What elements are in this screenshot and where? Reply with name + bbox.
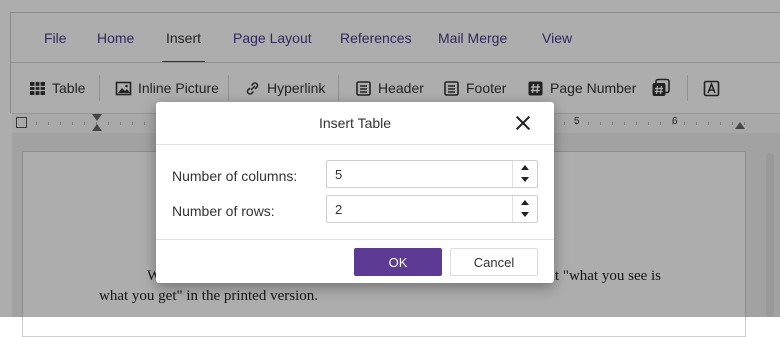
- rows-decrement-icon[interactable]: [513, 209, 537, 222]
- columns-decrement-icon[interactable]: [513, 174, 537, 187]
- ok-button[interactable]: OK: [354, 248, 442, 276]
- rows-label: Number of rows:: [172, 203, 275, 219]
- columns-stepper[interactable]: [326, 160, 538, 188]
- columns-input[interactable]: [327, 161, 515, 187]
- dialog-header-divider: [156, 144, 554, 145]
- rows-stepper[interactable]: [326, 195, 538, 223]
- columns-increment-icon[interactable]: [513, 161, 537, 174]
- columns-label: Number of columns:: [172, 168, 298, 184]
- dialog-title: Insert Table: [318, 115, 392, 131]
- dialog-footer-divider: [156, 239, 554, 240]
- cancel-button[interactable]: Cancel: [450, 248, 538, 276]
- rows-spin-buttons: [512, 196, 537, 222]
- rows-input[interactable]: [327, 196, 515, 222]
- columns-spin-buttons: [512, 161, 537, 187]
- insert-table-dialog: Insert Table Number of columns: Number o…: [156, 102, 554, 283]
- rows-increment-icon[interactable]: [513, 196, 537, 209]
- close-icon[interactable]: [514, 114, 532, 132]
